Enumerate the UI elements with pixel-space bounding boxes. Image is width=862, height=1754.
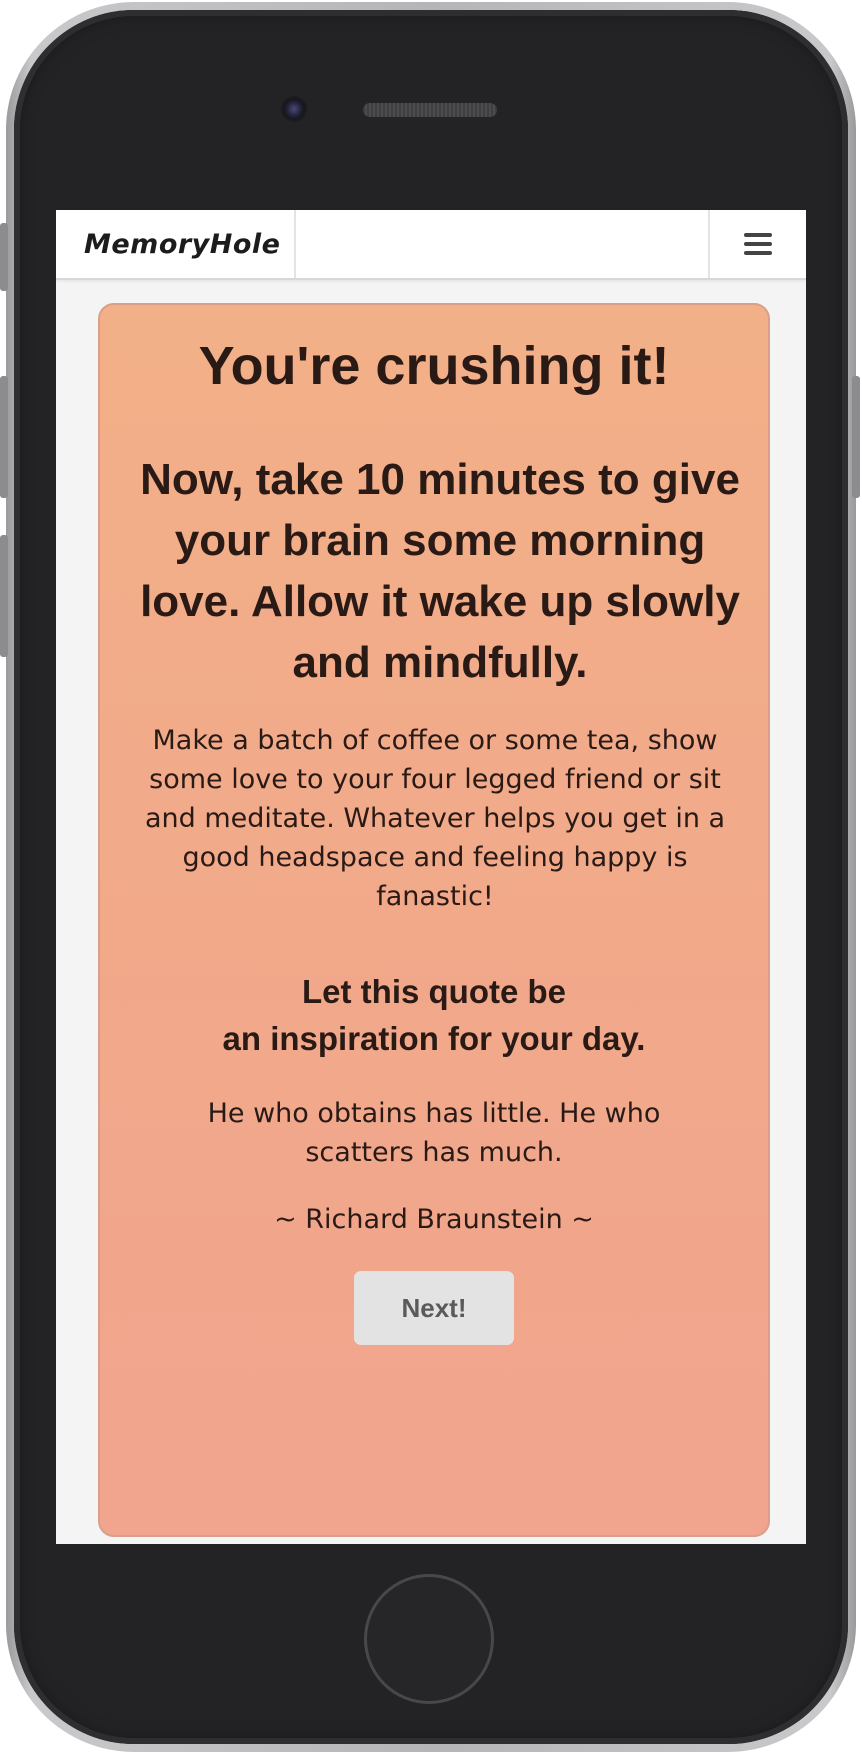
quote-intro-line-2: an inspiration for your day.: [222, 1020, 646, 1057]
screen: MemoryHole You're crushing it! Now, take…: [56, 210, 806, 1544]
motivation-card: You're crushing it! Now, take 10 minutes…: [98, 303, 770, 1537]
quote-text: He who obtains has little. He who scatte…: [207, 1098, 661, 1168]
quote-intro: Let this quote be an inspiration for you…: [154, 968, 714, 1062]
volume-down-button: [0, 535, 8, 657]
volume-up-button: [0, 376, 8, 498]
home-button[interactable]: [364, 1574, 494, 1704]
front-camera: [283, 98, 305, 120]
hamburger-icon: [744, 233, 772, 255]
brand-logo[interactable]: MemoryHole: [56, 210, 296, 278]
navbar: MemoryHole: [56, 210, 806, 280]
earpiece-speaker: [363, 103, 497, 117]
quote-author: ~ Richard Braunstein ~: [274, 1204, 594, 1235]
instruction-text: Make a batch of coffee or some tea, show…: [144, 725, 726, 912]
next-button[interactable]: Next!: [354, 1271, 514, 1345]
mute-switch: [0, 223, 8, 291]
menu-toggle-button[interactable]: [708, 210, 806, 278]
quote-intro-line-1: Let this quote be: [302, 973, 566, 1010]
instruction-heading: Now, take 10 minutes to give your brain …: [140, 455, 740, 687]
power-button: [852, 376, 860, 498]
page-title: You're crushing it!: [198, 336, 670, 396]
